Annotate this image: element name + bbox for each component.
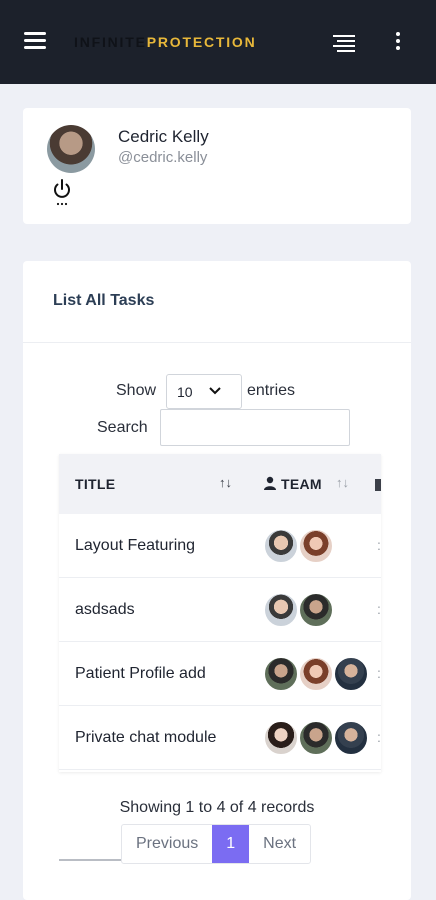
kebab-menu-icon[interactable] [394, 32, 402, 52]
pagination: Previous 1 Next [121, 824, 312, 864]
page-size-select[interactable]: 10 [166, 374, 242, 409]
team-avatar[interactable] [263, 528, 299, 564]
show-label: Show [116, 382, 157, 399]
team-avatar[interactable] [263, 656, 299, 692]
page-size-value: 10 [177, 384, 193, 400]
lines-view-icon[interactable] [333, 35, 355, 52]
task-title: Layout Featuring [75, 537, 196, 554]
cell-overflow: : [377, 537, 381, 553]
brand-text-2: PROTECTION [146, 34, 257, 50]
table-header: TITLE ↑↓ TEAM ↑↓ [59, 454, 381, 514]
top-navbar: INFINITEPROTECTION [0, 0, 436, 84]
task-title: asdsads [75, 601, 135, 618]
cell-overflow: : [377, 729, 381, 745]
team-avatar[interactable] [298, 592, 334, 628]
cell-overflow: : [377, 665, 381, 681]
table-row[interactable]: Private chat module : [59, 706, 381, 770]
tasks-title: List All Tasks [53, 292, 155, 309]
tasks-card: List All Tasks Show 10 entries Search TI… [23, 261, 411, 900]
search-input[interactable] [160, 409, 350, 446]
table-row[interactable]: Patient Profile add : [59, 642, 381, 706]
power-icon[interactable] [51, 178, 73, 208]
team-avatar[interactable] [263, 592, 299, 628]
hamburger-menu-icon[interactable] [24, 32, 46, 50]
team-avatar[interactable] [263, 720, 299, 756]
brand-logo[interactable]: INFINITEPROTECTION [74, 34, 257, 50]
previous-page-button[interactable]: Previous [122, 825, 212, 863]
team-avatar[interactable] [298, 528, 334, 564]
sort-icon[interactable]: ↑↓ [219, 475, 232, 490]
entries-label: entries [247, 382, 296, 399]
team-avatar[interactable] [298, 720, 334, 756]
next-page-button[interactable]: Next [249, 825, 310, 863]
cell-overflow: : [377, 601, 381, 617]
profile-name: Cedric Kelly [118, 127, 209, 146]
search-label: Search [97, 419, 148, 436]
tasks-table: TITLE ↑↓ TEAM ↑↓ Layout Featuring : asds… [59, 454, 381, 772]
column-header-title[interactable]: TITLE [75, 476, 115, 492]
profile-handle: @cedric.kelly [118, 149, 208, 166]
user-icon [264, 476, 276, 490]
table-row[interactable]: asdsads : [59, 578, 381, 642]
team-avatar[interactable] [333, 656, 369, 692]
team-avatar[interactable] [333, 720, 369, 756]
table-row[interactable]: Layout Featuring : [59, 514, 381, 578]
chevron-down-icon [209, 387, 221, 395]
team-avatar[interactable] [298, 656, 334, 692]
page-1-button[interactable]: 1 [212, 825, 250, 863]
brand-text-1: INFINITE [74, 34, 147, 50]
task-title: Private chat module [75, 729, 217, 746]
records-info: Showing 1 to 4 of 4 records [119, 799, 315, 816]
divider [23, 342, 411, 343]
column-icon [375, 479, 381, 491]
column-header-team[interactable]: TEAM [281, 476, 322, 492]
profile-card: Cedric Kelly @cedric.kelly [23, 108, 411, 224]
sort-icon[interactable]: ↑↓ [336, 475, 349, 490]
profile-avatar[interactable] [47, 125, 95, 173]
task-title: Patient Profile add [75, 665, 206, 682]
